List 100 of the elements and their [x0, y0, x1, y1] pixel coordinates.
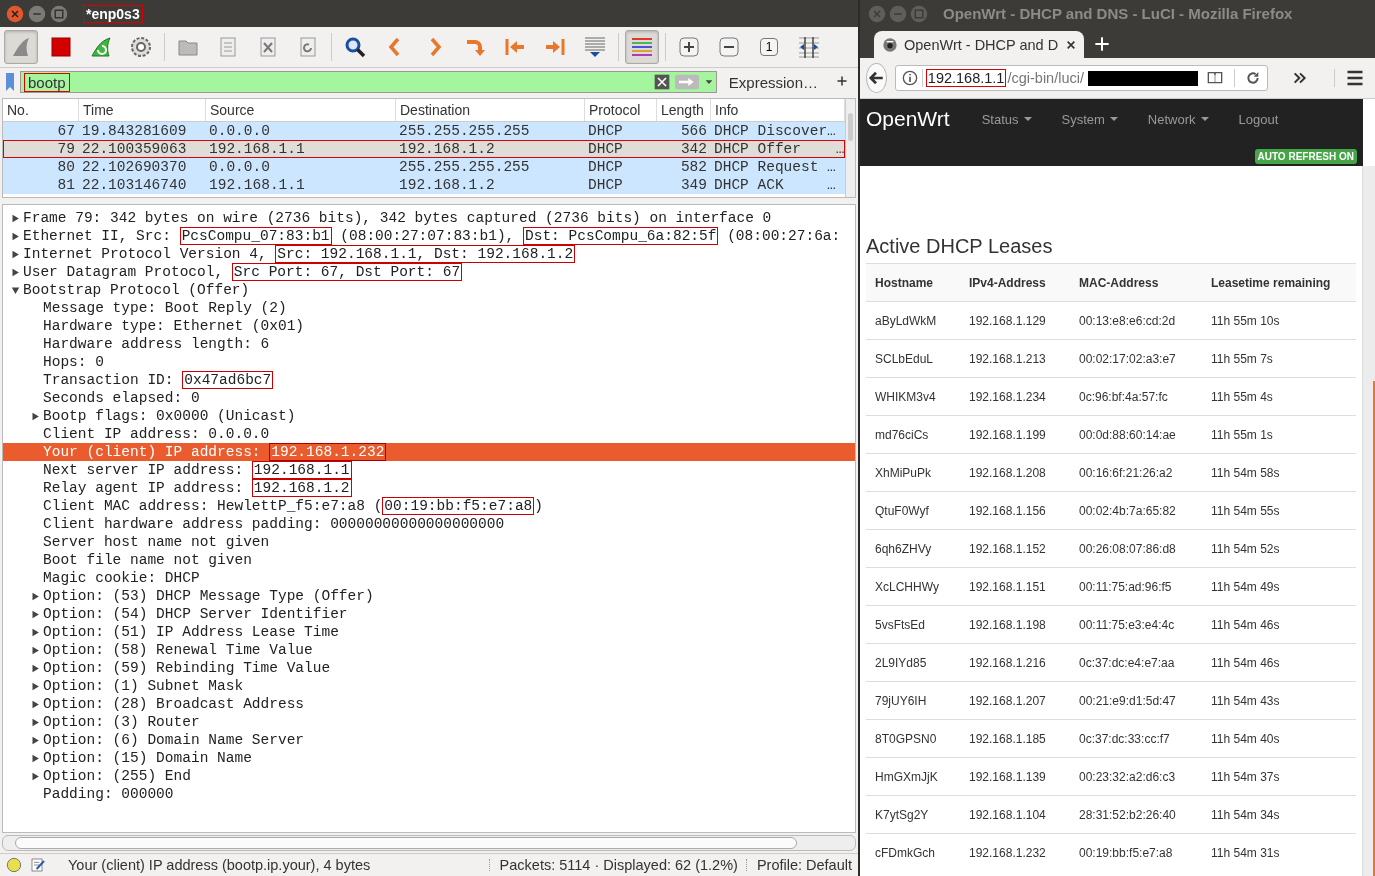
table-cell-text: 22.103146740: [81, 177, 188, 193]
table-cell: 11h 55m 4s: [1202, 377, 1356, 416]
tree-row[interactable]: Option: (54) DHCP Server Identifier: [3, 605, 855, 623]
minimize-button[interactable]: [28, 4, 46, 23]
zoom-reset-button[interactable]: 1: [752, 30, 786, 64]
table-cell: 00:0d:88:60:14:ae: [1070, 415, 1202, 454]
tree-row[interactable]: Frame 79: 342 bytes on wire (2736 bits), 342 bytes captured (2736 bits) on interface 0: [3, 209, 855, 227]
table-cell: 11h 54m 55s: [1202, 491, 1356, 530]
column-header: Hostname: [866, 263, 960, 302]
scrollbar[interactable]: [2, 835, 856, 851]
tree-row[interactable]: Option: (255) End: [3, 767, 855, 785]
expression-button[interactable]: Expression…: [720, 73, 826, 91]
search-icon: [343, 35, 367, 59]
tree-row[interactable]: Client hardware address padding: 00000000000000000000: [3, 515, 855, 533]
nav-menu-item[interactable]: System: [1061, 111, 1118, 127]
tree-row[interactable]: Bootstrap Protocol (Offer): [3, 281, 855, 299]
tree-row[interactable]: Option: (15) Domain Name: [3, 749, 855, 767]
maximize-button[interactable]: [50, 4, 68, 23]
window-title: *enp0s3: [84, 5, 142, 22]
tree-row[interactable]: Hops: 0: [3, 353, 855, 371]
scrollbar[interactable]: [1362, 166, 1375, 876]
tree-item-text: Hardware type: Ethernet (0x01): [43, 318, 305, 334]
tree-item-text: User Datagram Protocol, Src Port: 67, Dst Port: 67: [23, 264, 463, 280]
tree-row[interactable]: Hardware address length: 6: [3, 335, 855, 353]
column-header[interactable]: Destination: [396, 99, 585, 121]
table-cell-text: 0.0.0.0: [208, 123, 271, 139]
minimize-button[interactable]: [889, 4, 907, 23]
tree-row[interactable]: Message type: Boot Reply (2): [3, 299, 855, 317]
tree-row[interactable]: Option: (58) Renewal Time Value: [3, 641, 855, 659]
tree-row[interactable]: Boot file name not given: [3, 551, 855, 569]
edit-note-icon: [30, 857, 46, 873]
table-cell: 0c:37:dc:33:cc:f7: [1070, 719, 1202, 758]
tree-row[interactable]: User Datagram Protocol, Src Port: 67, Dst Port: 67: [3, 263, 855, 281]
browser-tab[interactable]: OpenWrt - DHCP and D: [874, 31, 1084, 58]
nav-menu-item[interactable]: Network: [1147, 111, 1209, 127]
column-resize-icon: [797, 35, 821, 59]
tree-item-text: Option: (1) Subnet Mask: [43, 678, 244, 694]
packet-row[interactable]: 79 22.100359063 192.168.1.1 192.168.1.2 DHCP 342 DHCP Offer …: [3, 140, 845, 158]
packet-row[interactable]: 67 19.843281609 0.0.0.0 255.255.255.255 DHCP 566 DHCP Discover…: [3, 122, 845, 140]
table-cell: 11h 55m 1s: [1202, 415, 1356, 454]
tree-row[interactable]: Client IP address: 0.0.0.0: [3, 425, 855, 443]
table-cell: 192.168.1.213: [960, 339, 1070, 378]
window-title: OpenWrt - DHCP and DNS - LuCI - Mozilla Firefox: [943, 5, 1293, 22]
column-header[interactable]: No.: [3, 99, 79, 121]
tree-row[interactable]: Client MAC address: HewlettP_f5:e7:a8 (00:19:bb:f5:e7:a8): [3, 497, 855, 515]
table-cell: 2L9IYd85: [866, 643, 960, 682]
tree-row[interactable]: Magic cookie: DHCP: [3, 569, 855, 587]
tree-row[interactable]: Option: (6) Domain Name Server: [3, 731, 855, 749]
tree-item-text: Boot file name not given: [43, 552, 252, 568]
tree-row[interactable]: Option: (28) Broadcast Address: [3, 695, 855, 713]
table-cell: WHIKM3v4: [866, 377, 960, 416]
profile-label[interactable]: Profile: Default: [756, 857, 852, 873]
tree-row[interactable]: Seconds elapsed: 0: [3, 389, 855, 407]
filter-field[interactable]: bootp: [20, 71, 717, 93]
tree-row[interactable]: Option: (51) IP Address Lease Time: [3, 623, 855, 641]
address-field[interactable]: 192.168.1.1 /cgi-bin/luci/: [894, 65, 1268, 91]
tree-item-text: Option: (51) IP Address Lease Time: [43, 624, 339, 640]
start-button[interactable]: [4, 30, 38, 64]
table-cell: 11h 54m 40s: [1202, 719, 1356, 758]
tree-row[interactable]: Transaction ID: 0x47ad6bc7: [3, 371, 855, 389]
nav-menu-item[interactable]: Logout: [1238, 111, 1279, 127]
tree-row[interactable]: Hardware type: Ethernet (0x01): [3, 317, 855, 335]
column-header[interactable]: Protocol: [585, 99, 657, 121]
packet-row[interactable]: 80 22.102690370 0.0.0.0 255.255.255.255 DHCP 582 DHCP Request …: [3, 158, 845, 176]
tree-item-text: Hardware address length: 6: [43, 336, 270, 352]
fin-arrow-icon: [89, 35, 113, 59]
tree-row[interactable]: Next server IP address: 192.168.1.1: [3, 461, 855, 479]
tree-item-text: Client MAC address: HewlettP_f5:e7:a8 (00:19:bb:f5:e7:a8): [43, 498, 543, 514]
close-button[interactable]: [6, 4, 24, 23]
table-cell-text: 192.168.1.1: [208, 141, 306, 157]
tree-row[interactable]: Relay agent IP address: 192.168.1.2: [3, 479, 855, 497]
table-cell: 00:11:75:e3:e4:4c: [1070, 605, 1202, 644]
tree-row[interactable]: Padding: 000000: [3, 785, 855, 803]
column-header[interactable]: Time: [79, 99, 206, 121]
tree-row[interactable]: Bootp flags: 0x0000 (Unicast): [3, 407, 855, 425]
back-button[interactable]: [866, 63, 887, 93]
maximize-button[interactable]: [910, 4, 928, 23]
table-cell: 79jUY6IH: [866, 681, 960, 720]
column-header[interactable]: Info: [711, 99, 845, 121]
column-header: MAC-Address: [1070, 263, 1202, 302]
tree-row[interactable]: Option: (3) Router: [3, 713, 855, 731]
tree-row[interactable]: Option: (53) DHCP Message Type (Offer): [3, 587, 855, 605]
column-header[interactable]: Source: [206, 99, 396, 121]
table-cell: 00:26:08:07:86:d8: [1070, 529, 1202, 568]
scrollbar[interactable]: [844, 99, 855, 197]
column-header[interactable]: Length: [657, 99, 711, 121]
site-logo[interactable]: OpenWrt: [866, 107, 950, 131]
tree-item-text: Internet Protocol Version 4, Src: 192.168.1.1, Dst: 192.168.1.2: [23, 246, 576, 262]
tree-row[interactable]: Option: (59) Rebinding Time Value: [3, 659, 855, 677]
table-cell-text: DHCP: [587, 123, 624, 139]
tree-row[interactable]: Internet Protocol Version 4, Src: 192.168.1.1, Dst: 192.168.1.2: [3, 245, 855, 263]
packet-row[interactable]: 81 22.103146740 192.168.1.1 192.168.1.2 DHCP 349 DHCP ACK …: [3, 176, 845, 194]
table-cell-text: 342: [679, 141, 708, 157]
tree-row[interactable]: Option: (1) Subnet Mask: [3, 677, 855, 695]
table-cell-text: 255.255.255.255: [398, 159, 531, 175]
table-cell: 6qh6ZHVy: [866, 529, 960, 568]
colorize-button[interactable]: [625, 30, 659, 64]
table-cell: 192.168.1.104: [960, 795, 1070, 834]
tree-row[interactable]: Server host name not given: [3, 533, 855, 551]
nav-menu-item[interactable]: Status: [981, 111, 1032, 127]
